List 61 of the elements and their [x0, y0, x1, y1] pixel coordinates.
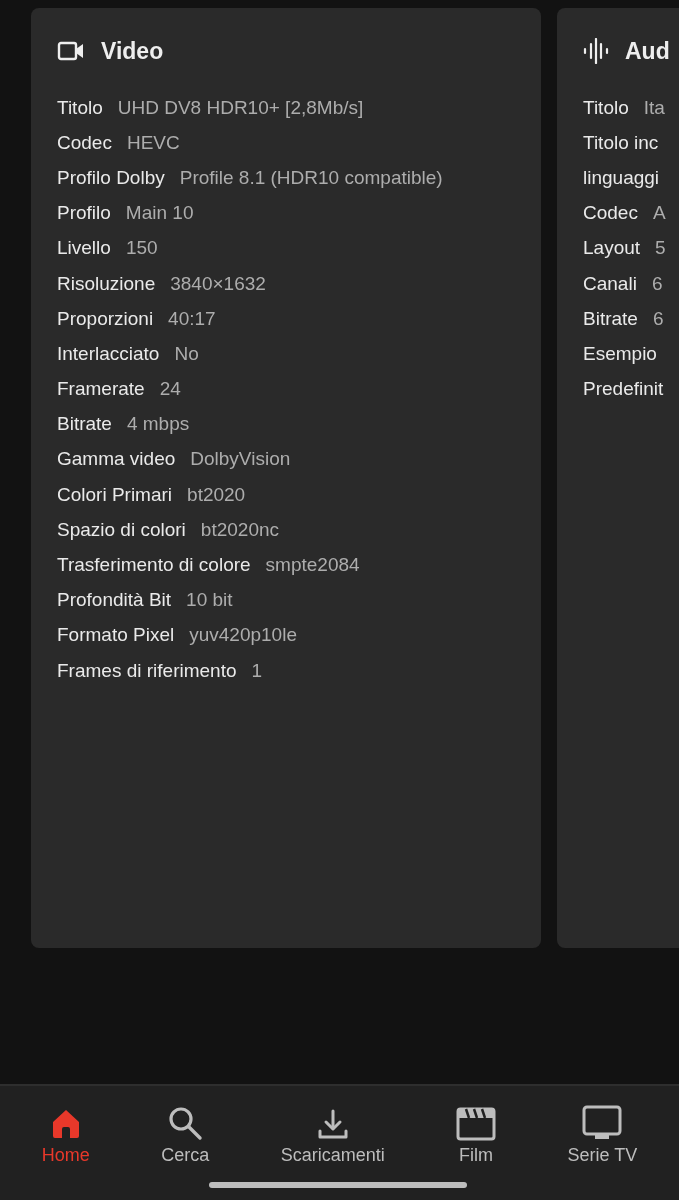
field-value: 10 bit [186, 589, 233, 612]
field-value: 5 [655, 237, 666, 260]
field-label: Titolo inc [583, 131, 659, 154]
field-label: Livello [57, 237, 111, 260]
field-label: Layout [583, 237, 641, 260]
field-label: linguaggi [583, 166, 660, 189]
field-value: DolbyVision [190, 448, 291, 471]
field-label: Profilo [57, 202, 111, 225]
field-label: Framerate [57, 378, 145, 401]
section-title: Aud [625, 37, 670, 65]
field-value: A [652, 202, 666, 225]
field-label: Titolo [583, 96, 629, 119]
field-label: Esempio [583, 342, 657, 365]
field-label: Formato Pixel [57, 624, 175, 647]
section-title: Video [101, 37, 164, 65]
field-value: No [174, 342, 199, 365]
field-value: HEVC [126, 131, 180, 154]
video-camera-icon [57, 40, 85, 62]
search-icon [167, 1105, 204, 1141]
field-value: 40:17 [168, 307, 216, 330]
field-label: Bitrate [583, 307, 638, 330]
field-value: Ita [643, 96, 665, 119]
field-value: 6 [652, 307, 664, 330]
download-icon [316, 1109, 349, 1141]
field-value: Profile 8.1 (HDR10 compatible) [179, 166, 443, 189]
nav-tab[interactable]: Serie TV [567, 1096, 638, 1166]
clapperboard-icon [456, 1107, 497, 1141]
field-value: 24 [159, 378, 181, 401]
nav-tab[interactable]: Home [41, 1096, 90, 1166]
field-value: UHD DV8 HDR10+ [2,8Mb/s] [117, 96, 364, 119]
nav-tab[interactable]: Scaricamenti [280, 1096, 385, 1166]
field-label: Frames di riferimento [57, 659, 237, 682]
field-label: Canali [583, 272, 637, 295]
field-value: yuv420p10le [189, 624, 297, 647]
field-value: 3840×1632 [170, 272, 266, 295]
field-label: Spazio di colori [57, 518, 186, 541]
tv-icon [582, 1105, 623, 1141]
field-value: bt2020nc [200, 518, 280, 541]
field-label: Trasferimento di colore [57, 554, 251, 577]
field-label: Profilo Dolby [57, 166, 165, 189]
sound-wave-icon [583, 38, 609, 64]
field-value: 6 [651, 272, 663, 295]
field-label: Bitrate [57, 413, 112, 436]
nav-tab[interactable]: Cerca [161, 1096, 210, 1166]
field-label: Profondità Bit [57, 589, 172, 612]
field-label: Proporzioni [57, 307, 154, 330]
field-value: Main 10 [125, 202, 194, 225]
field-value: smpte2084 [265, 554, 360, 577]
field-label: Risoluzione [57, 272, 156, 295]
field-value: bt2020 [187, 483, 246, 506]
field-label: Gamma video [57, 448, 176, 471]
nav-tab[interactable]: Film [456, 1096, 497, 1166]
field-label: Codec [57, 131, 112, 154]
field-label: Codec [583, 202, 638, 225]
field-label: Colori Primari [57, 483, 173, 506]
field-value: 1 [251, 659, 263, 682]
field-value: 150 [125, 237, 158, 260]
field-value: 4 mbps [126, 413, 190, 436]
field-label: Predefinit [583, 378, 664, 401]
field-label: Titolo [57, 96, 103, 119]
field-label: Interlacciato [57, 342, 160, 365]
